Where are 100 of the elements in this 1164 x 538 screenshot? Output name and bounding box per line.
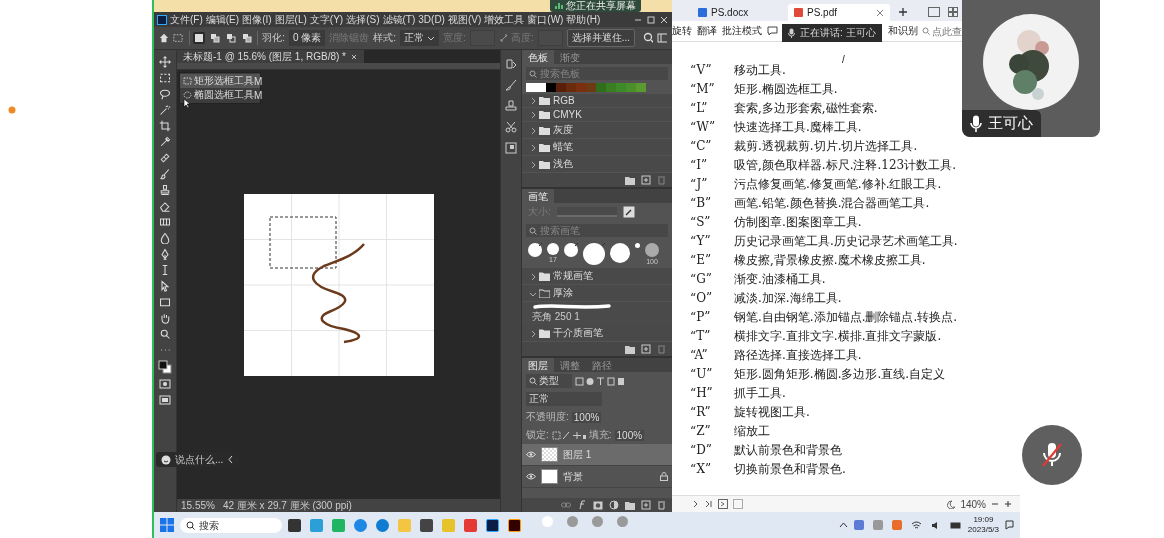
shortcut-key: “E” (690, 252, 734, 268)
shortcut-key: “L” (690, 100, 734, 116)
handwritten-note: 默认前景色和背景色 (734, 442, 842, 458)
menu-item[interactable]: 窗口(W) (527, 12, 564, 27)
tool-menu-item[interactable]: 矩形选框工具M (180, 74, 260, 88)
clock-time: 19:09 (973, 515, 994, 525)
shortcut-key: “C” (690, 138, 734, 154)
feather-label: 羽化: (262, 31, 285, 45)
shortcut-key: “M” (690, 81, 734, 97)
select-and-mask-button[interactable]: 选择并遮住... (566, 29, 636, 47)
page-mark: / (842, 54, 845, 65)
menu-item[interactable]: 编辑(E) (205, 12, 240, 27)
zoom-level[interactable]: 140% (960, 498, 986, 510)
shortcut-key: “D” (690, 442, 734, 458)
menu-item[interactable]: 图层(L) (274, 12, 307, 27)
style-dropdown[interactable]: 正常 (400, 30, 440, 46)
handwritten-note: 矩形.圆角矩形.椭圆.多边形.直线.自定义 (734, 366, 946, 382)
menu-item[interactable]: 图像(I) (242, 12, 272, 27)
zoom-level: 15.55% (181, 500, 215, 511)
shortcut-key: “J” (690, 176, 734, 192)
shortcut-key: “W” (690, 119, 734, 135)
handwritten-note: 钢笔.自由钢笔.添加锚点.删除锚点.转换点. (734, 309, 958, 325)
swatch-folder[interactable]: CMYK (522, 108, 672, 121)
participant-name-bar: 王可心 (962, 110, 1041, 137)
toolbar-button[interactable]: 旋转 (672, 24, 692, 38)
brush-folder[interactable]: 干介质画笔 (522, 325, 672, 341)
menu-item[interactable]: 视图(V) (447, 12, 482, 27)
handwritten-note: 仿制图章.图案图章工具. (734, 214, 862, 230)
chat-input[interactable]: 说点什么... (175, 454, 223, 465)
layer-row[interactable]: 背景 (522, 466, 672, 488)
swatch-folder[interactable]: RGB (522, 94, 672, 107)
handwritten-note: 画笔.铅笔.颜色替换.混合器画笔工具. (734, 195, 930, 211)
shortcut-key: “A” (690, 347, 734, 363)
shortcut-key: “G” (690, 271, 734, 287)
panel-tab[interactable]: 渐变 (554, 50, 586, 64)
opacity-field[interactable]: 100% (571, 411, 602, 423)
menu-item[interactable]: 文件(F) (170, 12, 203, 27)
shortcut-key: “R” (690, 404, 734, 420)
shortcut-key: “Z” (690, 423, 734, 439)
menu-item[interactable]: 文字(Y) (309, 12, 344, 27)
shortcut-key: “U” (690, 366, 734, 382)
swatch-folder[interactable]: 灰度 (522, 122, 672, 138)
toolbar-button[interactable]: 翻译 (697, 24, 717, 38)
panel-tab[interactable]: 路径 (586, 358, 618, 372)
menu-item[interactable]: 选择(S) (346, 12, 380, 27)
toolbar-button[interactable]: 批注模式 (722, 24, 762, 38)
layer-row[interactable]: 图层 1 (522, 444, 672, 466)
handwritten-note: 污点修复画笔.修复画笔.修补.红眼工具. (734, 176, 942, 192)
browser-tab[interactable]: PS.pdf (788, 4, 890, 21)
blend-mode-dropdown[interactable]: 正常 (526, 392, 602, 406)
handwritten-note: 减淡.加深.海绵工具. (734, 290, 842, 306)
layer-filter-dropdown[interactable]: 类型 (526, 374, 572, 388)
swatch-folder[interactable]: 浅色 (522, 156, 672, 172)
document-tab[interactable]: 未标题-1 @ 15.6% (图层 1, RGB/8) * (177, 50, 364, 63)
shortcut-key: “I” (690, 157, 734, 173)
handwritten-note: 切换前景色和背景色. (734, 461, 846, 477)
feather-field[interactable]: 0 像素 (288, 30, 326, 46)
shortcut-key: “V” (690, 62, 734, 78)
menu-item[interactable]: 增效工具 (484, 12, 525, 27)
browser-tab[interactable]: PS.docx (692, 4, 780, 21)
brush-folder[interactable]: 厚涂 (522, 285, 672, 301)
menu-item[interactable]: 3D(D) (418, 14, 445, 25)
handwritten-note: 裁剪.透视裁剪.切片.切片选择工具. (734, 138, 918, 154)
search-field[interactable]: 点此查 (932, 25, 963, 37)
toolbar-button[interactable]: 和识别 (888, 24, 918, 38)
document-size: 42 厘米 x 29.7 厘米 (300 ppi) (222, 498, 352, 513)
handwritten-note: 橡皮擦,背景橡皮擦.魔术橡皮擦工具. (734, 252, 926, 268)
opacity-label: 不透明度: (526, 410, 569, 424)
handwritten-note: 套索,多边形套索,磁性套索. (734, 100, 878, 116)
shortcut-key: “P” (690, 309, 734, 325)
handwritten-note: 抓手工具. (734, 385, 786, 401)
handwritten-note: 路径选择.直接选择工具. (734, 347, 862, 363)
panel-tab[interactable]: 图层 (522, 358, 554, 372)
shortcut-key: “H” (690, 385, 734, 401)
style-label: 样式: (373, 31, 397, 45)
fill-field[interactable]: 100% (614, 429, 645, 441)
handwritten-note: 吸管,颜色取样器.标尺.注释.123计数工具. (734, 157, 956, 173)
handwritten-note: 横排文字.直排文字.横排.直排文字蒙版. (734, 328, 942, 344)
shortcut-key: “O” (690, 290, 734, 306)
shortcut-key: “Y” (690, 233, 734, 249)
menu-item[interactable]: 帮助(H) (566, 12, 601, 27)
panel-tab[interactable]: 色板 (522, 50, 554, 64)
handwritten-note: 矩形.椭圆选框工具. (734, 81, 838, 97)
panel-tab[interactable]: 调整 (554, 358, 586, 372)
search-field[interactable]: 搜索 (199, 519, 269, 531)
brush-preset[interactable]: 亮角 250 1 (522, 302, 672, 325)
shortcut-key: “B” (690, 195, 734, 211)
screen-share-badge: 您正在共享屏幕 (550, 0, 641, 12)
swatch-folder[interactable]: 蜡笔 (522, 139, 672, 155)
speaking-toast: 正在讲话: 王可心 (782, 24, 882, 42)
panel-tab[interactable]: 画笔 (522, 189, 554, 203)
lock-label: 锁定: (526, 428, 549, 442)
brush-folder[interactable]: 常规画笔 (522, 268, 672, 284)
search-box[interactable]: 搜索 (180, 517, 282, 533)
handwritten-note: 移动工具. (734, 62, 786, 78)
handwritten-note: 旋转视图工具. (734, 404, 810, 420)
menu-item[interactable]: 滤镜(T) (382, 12, 416, 27)
handwritten-note: 历史记录画笔工具.历史记录艺术画笔工具. (734, 233, 958, 249)
shortcut-key: “X” (690, 461, 734, 477)
tool-menu-item[interactable]: 椭圆选框工具M (180, 88, 260, 102)
